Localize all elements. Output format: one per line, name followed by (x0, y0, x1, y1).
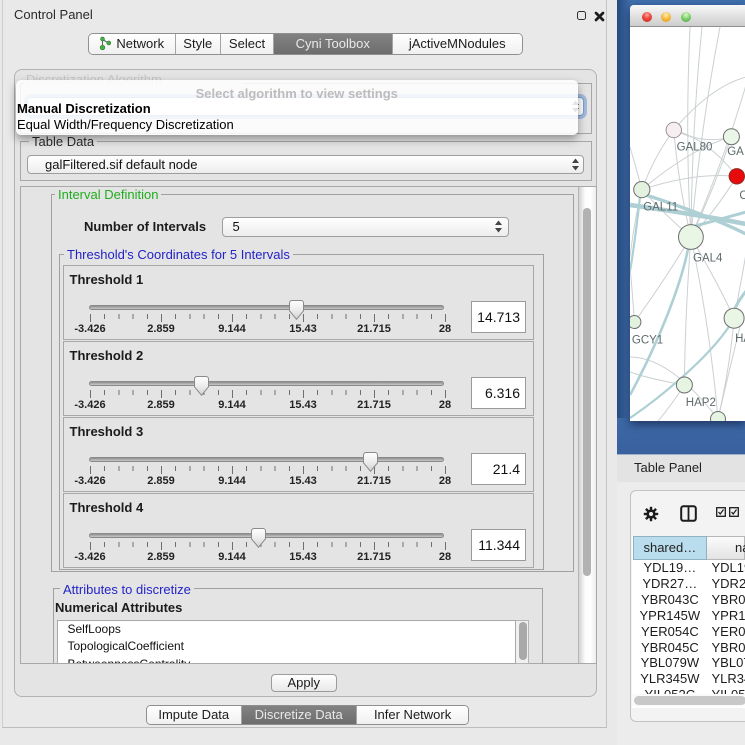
svg-text:GCY1: GCY1 (631, 334, 662, 346)
svg-text:HA: HA (735, 333, 745, 345)
svg-text:GAL80: GAL80 (676, 141, 712, 153)
svg-text:GAL11: GAL11 (643, 201, 678, 213)
svg-text:GAL4: GAL4 (693, 253, 723, 265)
svg-text:CR: CR (739, 190, 745, 202)
svg-text:GA: GA (727, 146, 744, 158)
svg-text:HAP2: HAP2 (685, 397, 715, 409)
